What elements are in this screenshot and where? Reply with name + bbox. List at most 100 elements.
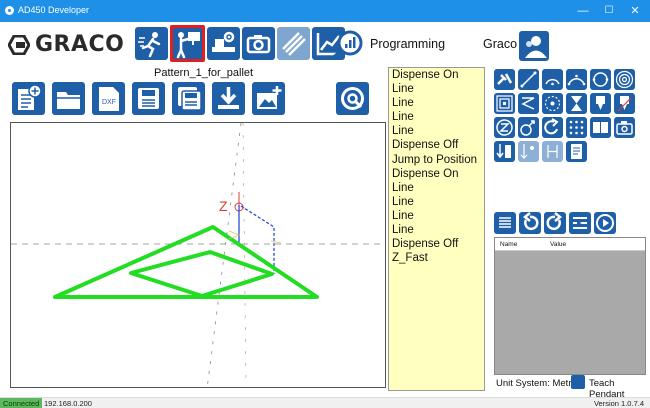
user-label: Graco	[483, 37, 518, 51]
io-arrows-icon	[496, 144, 511, 159]
dispense-off-command-button[interactable]	[614, 93, 635, 114]
rect-spiral-command-button[interactable]	[494, 93, 515, 114]
save-as-button[interactable]	[172, 82, 205, 115]
arc-icon	[545, 78, 560, 86]
jump-command-button[interactable]	[518, 117, 539, 138]
point-command-button[interactable]	[542, 93, 563, 114]
settings-tab[interactable]	[207, 27, 240, 60]
program-step-item[interactable]: Z_Fast	[389, 251, 484, 265]
io-command-button[interactable]	[494, 141, 515, 162]
program-step-item[interactable]: Dispense Off	[389, 237, 484, 251]
spiral-command-button[interactable]	[614, 69, 635, 90]
zigzag-command-button[interactable]	[518, 93, 539, 114]
program-step-item[interactable]: Line	[389, 195, 484, 209]
settings-icon	[212, 31, 235, 52]
maximize-button[interactable]: ☐	[596, 0, 622, 22]
maintenance-tab[interactable]	[277, 27, 310, 60]
sequence-command-button[interactable]	[542, 141, 563, 162]
download-icon	[218, 87, 239, 109]
line-command-button[interactable]	[518, 69, 539, 90]
save-button[interactable]	[132, 82, 165, 115]
program-step-item[interactable]: Line	[389, 82, 484, 96]
list-view-button[interactable]	[494, 212, 516, 234]
z-axis-icon	[496, 119, 513, 136]
dispense-on-command-button[interactable]	[590, 93, 611, 114]
reset-view-button[interactable]	[336, 82, 369, 115]
point-icon	[544, 95, 561, 112]
program-step-item[interactable]: Dispense On	[389, 68, 484, 82]
program-step-item[interactable]: Line	[389, 181, 484, 195]
folder-icon	[57, 92, 80, 109]
line-icon	[520, 71, 537, 88]
graco-logo: GRACO	[8, 33, 128, 57]
program-step-list[interactable]: Dispense On Line Line Line Line Dispense Off J…	[388, 67, 485, 391]
wait-command-button[interactable]	[566, 93, 587, 114]
inner-dispense-path	[129, 250, 274, 298]
undo-button[interactable]	[519, 212, 541, 234]
teach-icon	[176, 32, 200, 59]
edit-list-icon	[573, 217, 587, 229]
gauge-tab[interactable]	[330, 27, 366, 60]
pattern-canvas[interactable]: Z	[10, 122, 386, 388]
copy-command-button[interactable]	[590, 117, 611, 138]
camera-tab[interactable]	[242, 27, 275, 60]
teach-pendant-icon[interactable]	[571, 375, 585, 389]
teach-tab[interactable]	[170, 25, 205, 62]
circle-command-button[interactable]	[590, 69, 611, 90]
new-pattern-button[interactable]	[12, 82, 45, 115]
goto-command-button[interactable]	[542, 117, 563, 138]
download-button[interactable]	[212, 82, 245, 115]
nozzle-off-icon	[617, 96, 632, 112]
program-step-item[interactable]: Line	[389, 223, 484, 237]
play-icon	[596, 214, 614, 232]
app-window: AD450 Developer — ☐ ✕ GRACO Programming …	[0, 0, 650, 408]
run-tab[interactable]	[135, 27, 168, 60]
program-step-item[interactable]: Line	[389, 110, 484, 124]
dxf-text: DXF	[102, 99, 116, 106]
add-image-button[interactable]	[252, 82, 285, 115]
spiral-icon	[615, 70, 634, 89]
ip-address: 192.168.0.200	[44, 399, 92, 408]
parameter-table[interactable]: Name Value	[494, 237, 646, 375]
run-program-button[interactable]	[594, 212, 616, 234]
z-move-command-button[interactable]	[494, 117, 515, 138]
title-bar: AD450 Developer — ☐ ✕	[0, 0, 650, 22]
undo-icon	[522, 212, 539, 231]
list-icon	[499, 217, 511, 228]
dispense-command-button[interactable]	[494, 69, 515, 90]
program-step-item[interactable]: Line	[389, 96, 484, 110]
offset-command-button[interactable]	[518, 141, 539, 162]
save-icon	[138, 88, 159, 109]
program-step-item[interactable]: Jump to Position	[389, 153, 484, 167]
name-column-header: Name	[500, 241, 518, 248]
camera-command-button[interactable]	[614, 117, 635, 138]
program-step-item[interactable]: Line	[389, 209, 484, 223]
import-dxf-button[interactable]: DXF	[92, 82, 125, 115]
z-axis-line	[242, 123, 247, 387]
subroutine-command-button[interactable]	[566, 141, 587, 162]
status-bar: Connected 192.168.0.200 Version 1.0.7.4	[0, 397, 650, 408]
maintenance-icon	[282, 32, 306, 56]
program-step-item[interactable]: Line	[389, 124, 484, 138]
connection-status-badge: Connected	[0, 398, 43, 408]
program-step-item[interactable]: Dispense On	[389, 167, 484, 181]
parameter-table-header: Name Value	[495, 238, 645, 251]
edit-steps-button[interactable]	[569, 212, 591, 234]
zigzag-icon	[521, 97, 535, 110]
user-icon	[525, 36, 547, 58]
outer-dispense-path	[53, 225, 319, 299]
dispense-icon	[497, 73, 513, 85]
user-button[interactable]	[519, 31, 549, 61]
arc-3pt-command-button[interactable]	[566, 69, 587, 90]
array-command-button[interactable]	[566, 117, 587, 138]
program-step-item[interactable]: Dispense Off	[389, 138, 484, 152]
minimize-button[interactable]: —	[570, 0, 596, 22]
circle-icon	[592, 72, 609, 87]
grid-icon	[569, 120, 584, 135]
sequence-icon	[547, 145, 558, 158]
close-button[interactable]: ✕	[622, 0, 648, 22]
arc-command-button[interactable]	[542, 69, 563, 90]
open-button[interactable]	[52, 82, 85, 115]
gauge-icon	[332, 30, 363, 59]
redo-button[interactable]	[544, 212, 566, 234]
